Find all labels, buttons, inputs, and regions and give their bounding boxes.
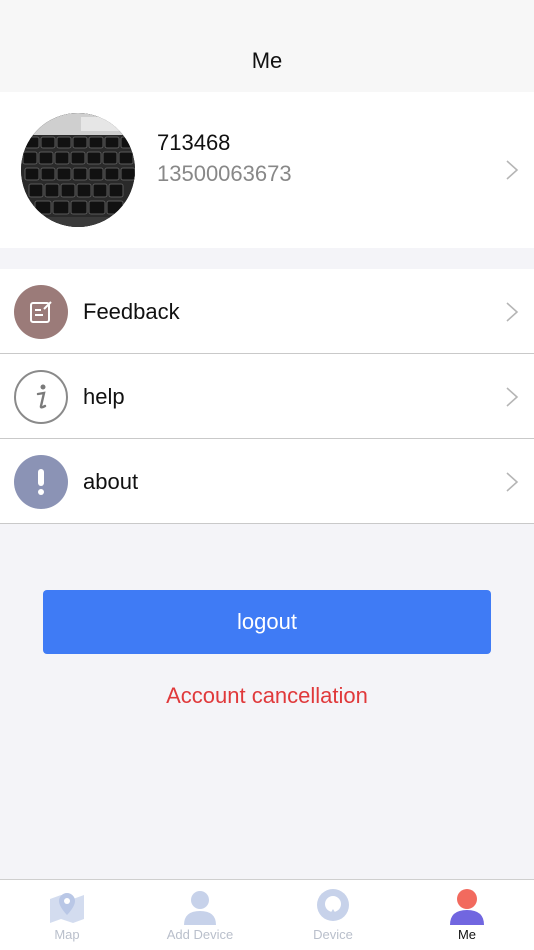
tab-me[interactable]: Me <box>400 880 534 950</box>
chevron-right-icon <box>505 387 519 407</box>
avatar[interactable] <box>21 113 135 227</box>
account-cancellation-link[interactable]: Account cancellation <box>0 683 534 709</box>
menu-item-help[interactable]: help <box>0 354 534 439</box>
tab-label: Add Device <box>166 927 234 942</box>
exclamation-icon <box>14 455 68 509</box>
page-title: Me <box>251 48 283 73</box>
keyboard-photo-icon <box>21 113 135 227</box>
tab-label: Me <box>457 927 477 942</box>
map-icon <box>47 887 87 927</box>
tab-map[interactable]: Map <box>0 880 134 950</box>
me-icon <box>447 887 487 927</box>
chevron-right-icon <box>505 472 519 492</box>
chevron-right-icon <box>505 160 519 180</box>
feedback-icon <box>14 285 68 339</box>
menu-item-label: Feedback <box>83 299 180 324</box>
profile-card[interactable]: 713468 13500063673 <box>0 92 534 248</box>
menu-item-feedback[interactable]: Feedback <box>0 269 534 354</box>
settings-menu: Feedback help about <box>0 269 534 524</box>
navigation-bar: Me <box>0 0 534 92</box>
menu-item-about[interactable]: about <box>0 439 534 524</box>
device-icon <box>313 887 353 927</box>
add-device-icon <box>180 887 220 927</box>
tab-label: Map <box>54 927 80 942</box>
tab-add-device[interactable]: Add Device <box>133 880 267 950</box>
chevron-right-icon <box>505 302 519 322</box>
info-icon <box>14 370 68 424</box>
logout-button[interactable]: logout <box>43 590 491 654</box>
profile-phone: 13500063673 <box>157 161 292 186</box>
menu-item-label: about <box>83 469 139 494</box>
tab-device[interactable]: Device <box>266 880 400 950</box>
tab-label: Device <box>313 927 353 942</box>
profile-username: 713468 <box>157 130 231 155</box>
menu-item-label: help <box>83 384 125 409</box>
tab-bar: Map Add Device Device Me <box>0 879 534 950</box>
